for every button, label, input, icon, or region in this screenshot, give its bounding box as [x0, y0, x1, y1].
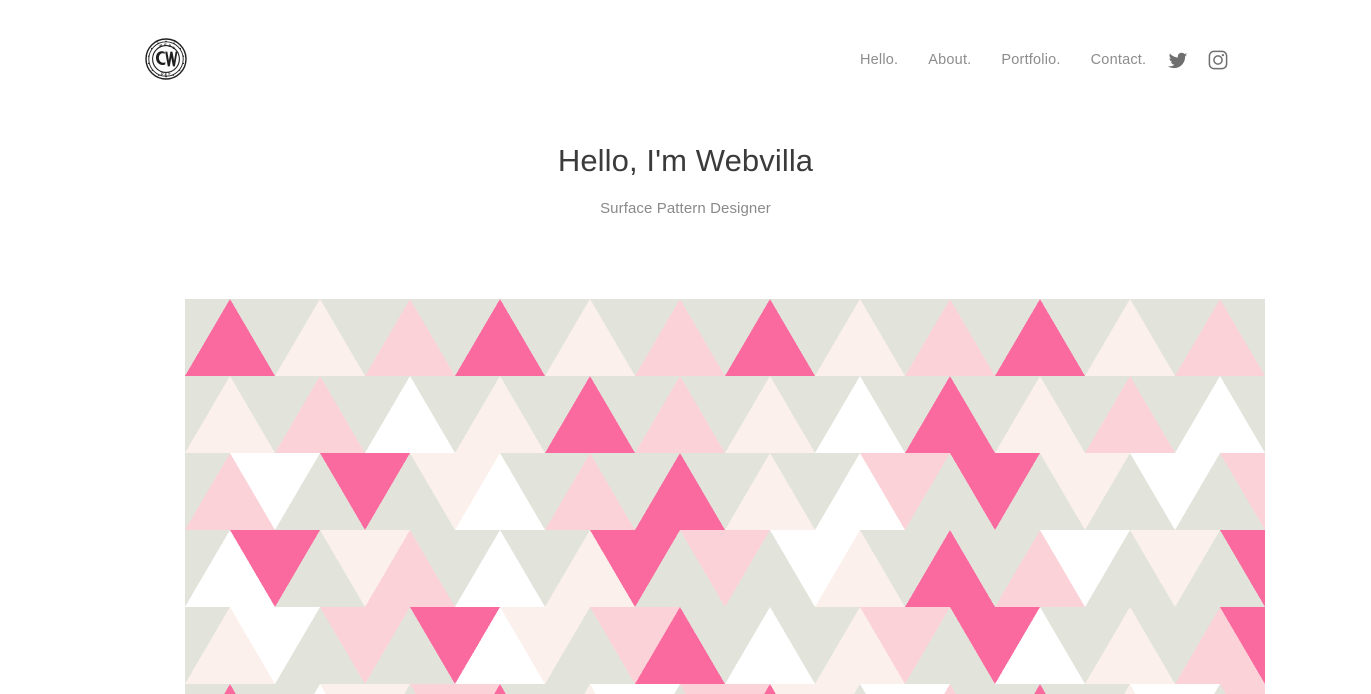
- site-header: W E B V D E S Hello. About. Portfolio. C…: [0, 0, 1371, 120]
- page-title: Hello, I'm Webvilla: [557, 143, 814, 178]
- site-logo[interactable]: W E B V D E S: [145, 38, 187, 80]
- nav-link-about[interactable]: About.: [913, 48, 986, 72]
- triangle-pattern-banner: [185, 299, 1265, 694]
- nav-link-portfolio[interactable]: Portfolio.: [986, 48, 1075, 72]
- twitter-icon[interactable]: [1166, 48, 1190, 72]
- hero-section: Hello, I'm Webvilla Surface Pattern Desi…: [0, 140, 1371, 220]
- portfolio-landing-page: W E B V D E S Hello. About. Portfolio. C…: [0, 0, 1371, 694]
- nav-link-contact[interactable]: Contact.: [1076, 48, 1162, 72]
- page-subtitle: Surface Pattern Designer: [600, 200, 771, 217]
- main-navigation: Hello. About. Portfolio. Contact.: [845, 48, 1161, 72]
- instagram-icon[interactable]: [1206, 48, 1230, 72]
- social-links: [1166, 48, 1230, 72]
- nav-link-hello[interactable]: Hello.: [845, 48, 913, 72]
